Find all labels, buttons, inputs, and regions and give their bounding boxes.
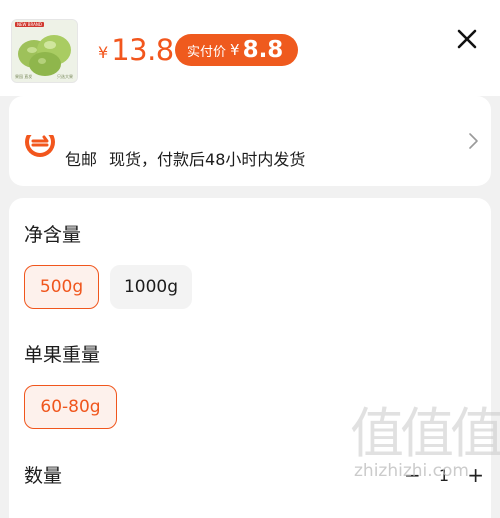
product-thumbnail[interactable]: NEW BRAND 果园 直发 只选大果 (11, 19, 78, 83)
spec-group-title-fruit-weight: 单果重量 (24, 344, 101, 366)
spec-group-title-net-weight: 净含量 (24, 224, 82, 246)
delivery-icon (23, 125, 57, 157)
actual-pay-currency: ¥ (230, 41, 240, 59)
chevron-right-icon (469, 133, 478, 149)
free-shipping-label: 包邮 (65, 150, 98, 169)
quantity-stepper[interactable]: − 1 + (404, 460, 484, 490)
actual-pay-badge: 实付价 ¥ 8.8 (175, 34, 298, 66)
price-currency: ¥ (98, 43, 109, 62)
spec-option-500g[interactable]: 500g (24, 265, 99, 309)
original-price: ¥13.8 (98, 33, 174, 69)
quantity-title: 数量 (24, 465, 63, 487)
stock-delivery-label: 现货，付款后48小时内发货 (109, 150, 306, 169)
actual-pay-amount: 8.8 (242, 37, 284, 63)
quantity-increase-button[interactable]: + (467, 463, 484, 487)
quantity-value: 1 (438, 465, 450, 485)
actual-pay-label: 实付价 (187, 44, 227, 60)
shipping-text: 包邮 现货，付款后48小时内发货 (65, 146, 305, 170)
obscured-shipping-line (65, 122, 365, 130)
close-icon (457, 29, 477, 49)
shipping-card[interactable]: 包邮 现货，付款后48小时内发货 (9, 96, 491, 186)
price-amount: 13.8 (111, 33, 174, 67)
thumbnail-caption-left: 果园 直发 (15, 74, 33, 79)
product-header: NEW BRAND 果园 直发 只选大果 ¥13.8 实付价 ¥ 8.8 (0, 0, 500, 96)
spec-option-60-80g[interactable]: 60-80g (24, 385, 117, 429)
close-button[interactable] (454, 26, 480, 52)
spec-option-1000g[interactable]: 1000g (110, 265, 192, 309)
brand-tag: NEW BRAND (15, 22, 44, 27)
quantity-decrease-button[interactable]: − (404, 463, 421, 487)
spec-selector-card: 净含量 500g 1000g 单果重量 60-80g 数量 − 1 + (9, 198, 491, 518)
thumbnail-caption-right: 只选大果 (57, 74, 73, 79)
